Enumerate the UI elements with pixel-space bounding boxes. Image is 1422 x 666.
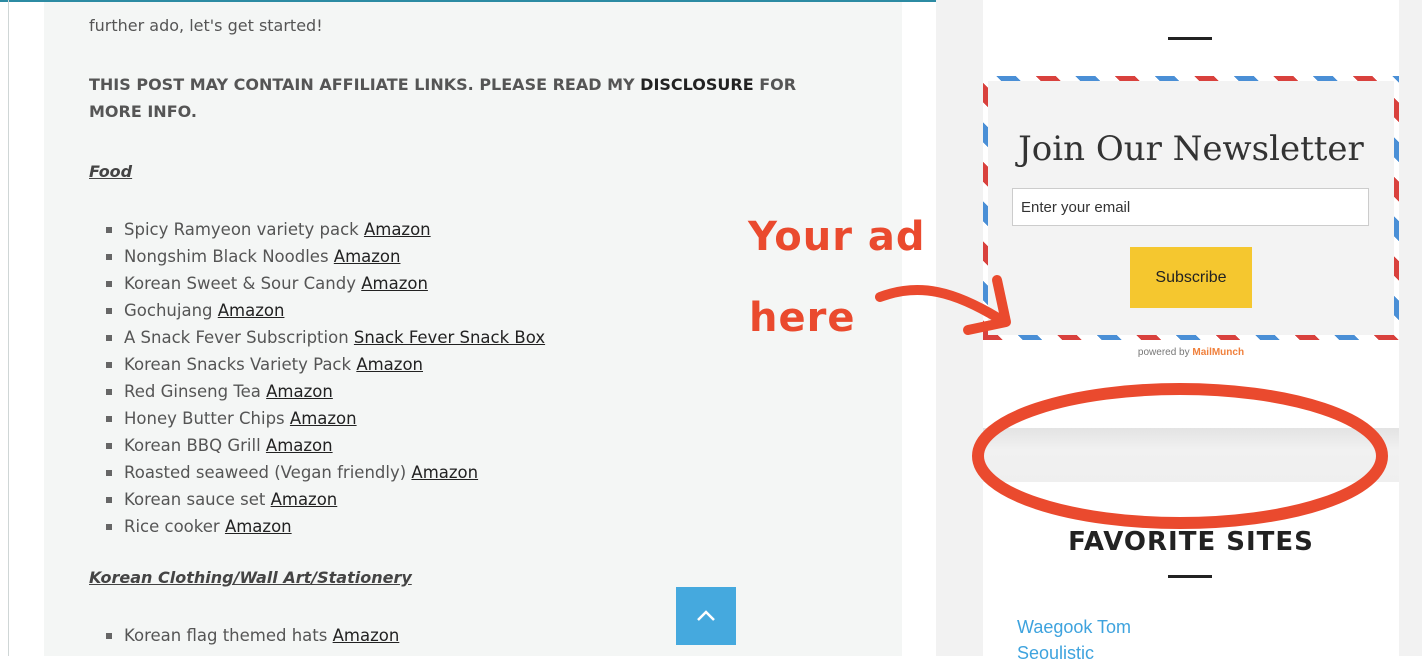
item-link[interactable]: Amazon: [271, 490, 338, 509]
item-link[interactable]: Amazon: [411, 463, 478, 482]
mailmunch-link[interactable]: MailMunch: [1192, 347, 1244, 358]
email-input[interactable]: [1012, 188, 1369, 226]
item-link[interactable]: Amazon: [266, 382, 333, 401]
list-item: Korean Sweet & Sour Candy Amazon: [106, 270, 545, 297]
chevron-up-icon: [697, 610, 715, 621]
list-item: Nongshim Black Noodles Amazon: [106, 243, 545, 270]
item-text: Spicy Ramyeon variety pack: [124, 220, 364, 239]
item-text: Korean sauce set: [124, 490, 271, 509]
item-link[interactable]: Amazon: [290, 409, 357, 428]
powered-by: powered by MailMunch: [1137, 347, 1245, 358]
favorite-sites-title: FAVORITE SITES: [1068, 527, 1314, 557]
favorite-sites-list: Waegook Tom Seoulistic: [1017, 614, 1131, 666]
item-text: Roasted seaweed (Vegan friendly): [124, 463, 412, 482]
item-link[interactable]: Amazon: [356, 355, 423, 374]
list-item: A Snack Fever Subscription Snack Fever S…: [106, 324, 545, 351]
bullet-icon: [106, 416, 112, 422]
list-item: Korean BBQ Grill Amazon: [106, 432, 545, 459]
bullet-icon: [106, 497, 112, 503]
ad-annotation-line1: Your ad: [748, 214, 926, 260]
food-heading: Food: [89, 162, 133, 181]
item-text: Korean Sweet & Sour Candy: [124, 274, 362, 293]
list-item: Korean flag themed hats Amazon: [106, 622, 399, 649]
list-item: Spicy Ramyeon variety pack Amazon: [106, 216, 545, 243]
bullet-icon: [106, 524, 112, 530]
bullet-icon: [106, 254, 112, 260]
clothing-list: Korean flag themed hats Amazon: [106, 622, 399, 649]
bullet-icon: [106, 633, 112, 639]
bullet-icon: [106, 308, 112, 314]
item-link[interactable]: Amazon: [334, 247, 401, 266]
bullet-icon: [106, 470, 112, 476]
widget-title-cut-off: [983, 0, 1399, 22]
item-link[interactable]: Amazon: [225, 517, 292, 536]
favorite-sites-rule: [1168, 575, 1212, 578]
item-link[interactable]: Amazon: [266, 436, 333, 455]
left-border: [8, 0, 9, 656]
list-item: Roasted seaweed (Vegan friendly) Amazon: [106, 459, 545, 486]
ad-annotation-line2: here: [749, 295, 856, 341]
item-link[interactable]: Snack Fever Snack Box: [354, 328, 545, 347]
item-link[interactable]: Amazon: [218, 301, 285, 320]
bullet-icon: [106, 362, 112, 368]
list-item: Honey Butter Chips Amazon: [106, 405, 545, 432]
favorite-site-link[interactable]: Waegook Tom: [1017, 614, 1131, 640]
sidebar: Join Our Newsletter Subscribe powered by…: [983, 0, 1399, 663]
affiliate-disclaimer: THIS POST MAY CONTAIN AFFILIATE LINKS. P…: [89, 75, 797, 121]
disclosure-link[interactable]: DISCLOSURE: [640, 75, 754, 94]
item-text: Red Ginseng Tea: [124, 382, 267, 401]
list-item: Korean sauce set Amazon: [106, 486, 545, 513]
newsletter-title: Join Our Newsletter: [1018, 129, 1364, 169]
item-text: Korean BBQ Grill: [124, 436, 266, 455]
item-text: Rice cooker: [124, 517, 225, 536]
bullet-icon: [106, 335, 112, 341]
list-item: Rice cooker Amazon: [106, 513, 545, 540]
bullet-icon: [106, 389, 112, 395]
clothing-heading: Korean Clothing/Wall Art/Stationery: [89, 568, 412, 587]
food-list: Spicy Ramyeon variety pack Amazon Nongshi…: [106, 216, 545, 540]
item-link[interactable]: Amazon: [333, 626, 400, 645]
scroll-to-top-button[interactable]: [676, 587, 736, 645]
ad-slot: [983, 428, 1399, 482]
widget-title-rule: [1168, 37, 1212, 40]
item-text: Honey Butter Chips: [124, 409, 290, 428]
list-item: Korean Snacks Variety Pack Amazon: [106, 351, 545, 378]
item-text: Nongshim Black Noodles: [124, 247, 334, 266]
list-item: Red Ginseng Tea Amazon: [106, 378, 545, 405]
bullet-icon: [106, 281, 112, 287]
bullet-icon: [106, 443, 112, 449]
list-item: Gochujang Amazon: [106, 297, 545, 324]
item-link[interactable]: Amazon: [361, 274, 428, 293]
subscribe-button[interactable]: Subscribe: [1130, 247, 1252, 308]
item-text: Korean Snacks Variety Pack: [124, 355, 357, 374]
newsletter-widget: Join Our Newsletter Subscribe: [983, 76, 1399, 340]
item-text: Korean flag themed hats: [124, 626, 333, 645]
bullet-icon: [106, 227, 112, 233]
item-link[interactable]: Amazon: [364, 220, 431, 239]
favorite-site-link[interactable]: Seoulistic: [1017, 640, 1131, 666]
intro-text: further ado, let's get started!: [89, 16, 323, 35]
item-text: A Snack Fever Subscription: [124, 328, 354, 347]
item-text: Gochujang: [124, 301, 218, 320]
